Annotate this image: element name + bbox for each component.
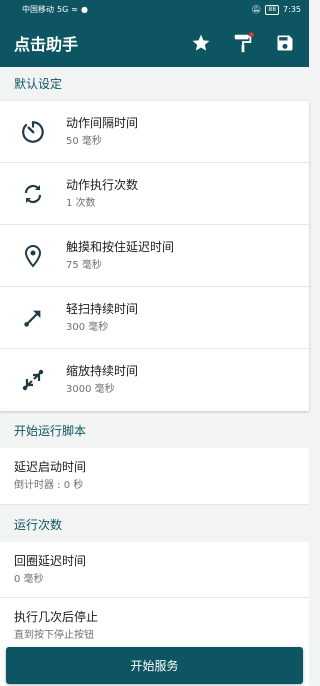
location-pin-icon	[0, 243, 66, 269]
setting-swipe-duration[interactable]: 轻扫持续时间 300 毫秒	[0, 287, 309, 349]
setting-start-delay[interactable]: 延迟启动时间 倒计时器 : 0 秒	[0, 448, 309, 505]
setting-title: 回圈延迟时间	[14, 553, 87, 568]
setting-action-count[interactable]: 动作执行次数 1 次数	[0, 163, 309, 225]
setting-title: 延迟启动时间	[14, 460, 87, 474]
setting-title: 动作执行次数	[66, 177, 139, 192]
status-bar: 中国移动 5G ≈ ● 🔕︎ 88 7:35	[0, 0, 309, 19]
mute-icon: 🔕︎	[251, 5, 262, 14]
setting-value: 1 次数	[66, 197, 96, 209]
setting-value: 50 毫秒	[66, 135, 102, 147]
chat-icon: ●	[81, 5, 88, 14]
repeat-icon	[0, 182, 66, 206]
setting-value: 倒计时器 : 0 秒	[14, 480, 84, 491]
setting-value: 75 毫秒	[66, 259, 102, 271]
star-icon[interactable]	[189, 31, 213, 55]
setting-loop-delay[interactable]: 回圈延迟时间 0 毫秒	[0, 542, 309, 598]
zoom-arrows-icon	[0, 368, 66, 392]
setting-value: 0 毫秒	[14, 573, 44, 585]
paint-roller-icon[interactable]	[231, 31, 255, 55]
start-service-button[interactable]: 开始服务	[6, 647, 303, 684]
network-label: 5G	[57, 5, 69, 14]
timer-icon	[0, 119, 66, 145]
setting-touch-hold-delay[interactable]: 触摸和按住延迟时间 75 毫秒	[0, 225, 309, 287]
swipe-arrow-icon	[0, 307, 66, 329]
defaults-card: 动作间隔时间 50 毫秒 动作执行次数 1 次数 触摸和按住延迟时间 75 毫秒…	[0, 101, 309, 411]
setting-title: 轻扫持续时间	[66, 301, 139, 316]
section-header-run-count: 运行次数	[0, 508, 309, 542]
clock: 7:35	[283, 5, 301, 14]
setting-action-interval[interactable]: 动作间隔时间 50 毫秒	[0, 101, 309, 163]
setting-value: 300 毫秒	[66, 321, 109, 333]
setting-title: 触摸和按住延迟时间	[66, 239, 175, 254]
setting-value: 3000 毫秒	[66, 384, 115, 395]
section-header-start-script: 开始运行脚本	[0, 414, 309, 448]
app-bar: 点击助手	[0, 19, 309, 67]
wifi-icon: ≈	[71, 5, 78, 14]
carrier-label: 中国移动	[22, 5, 54, 14]
setting-title: 缩放持续时间	[66, 364, 139, 378]
battery-icon: 88	[265, 4, 280, 15]
setting-title: 动作间隔时间	[66, 115, 139, 130]
save-icon[interactable]	[273, 31, 297, 55]
run-count-card: 回圈延迟时间 0 毫秒 执行几次后停止 直到按下停止按钮	[0, 542, 309, 654]
start-script-card: 延迟启动时间 倒计时器 : 0 秒	[0, 448, 309, 505]
setting-zoom-duration[interactable]: 缩放持续时间 3000 毫秒	[0, 349, 309, 411]
bottom-bar: 开始服务	[0, 640, 309, 686]
setting-title: 执行几次后停止	[14, 610, 99, 624]
app-title: 点击助手	[14, 35, 79, 54]
section-header-defaults: 默认设定	[0, 67, 309, 101]
